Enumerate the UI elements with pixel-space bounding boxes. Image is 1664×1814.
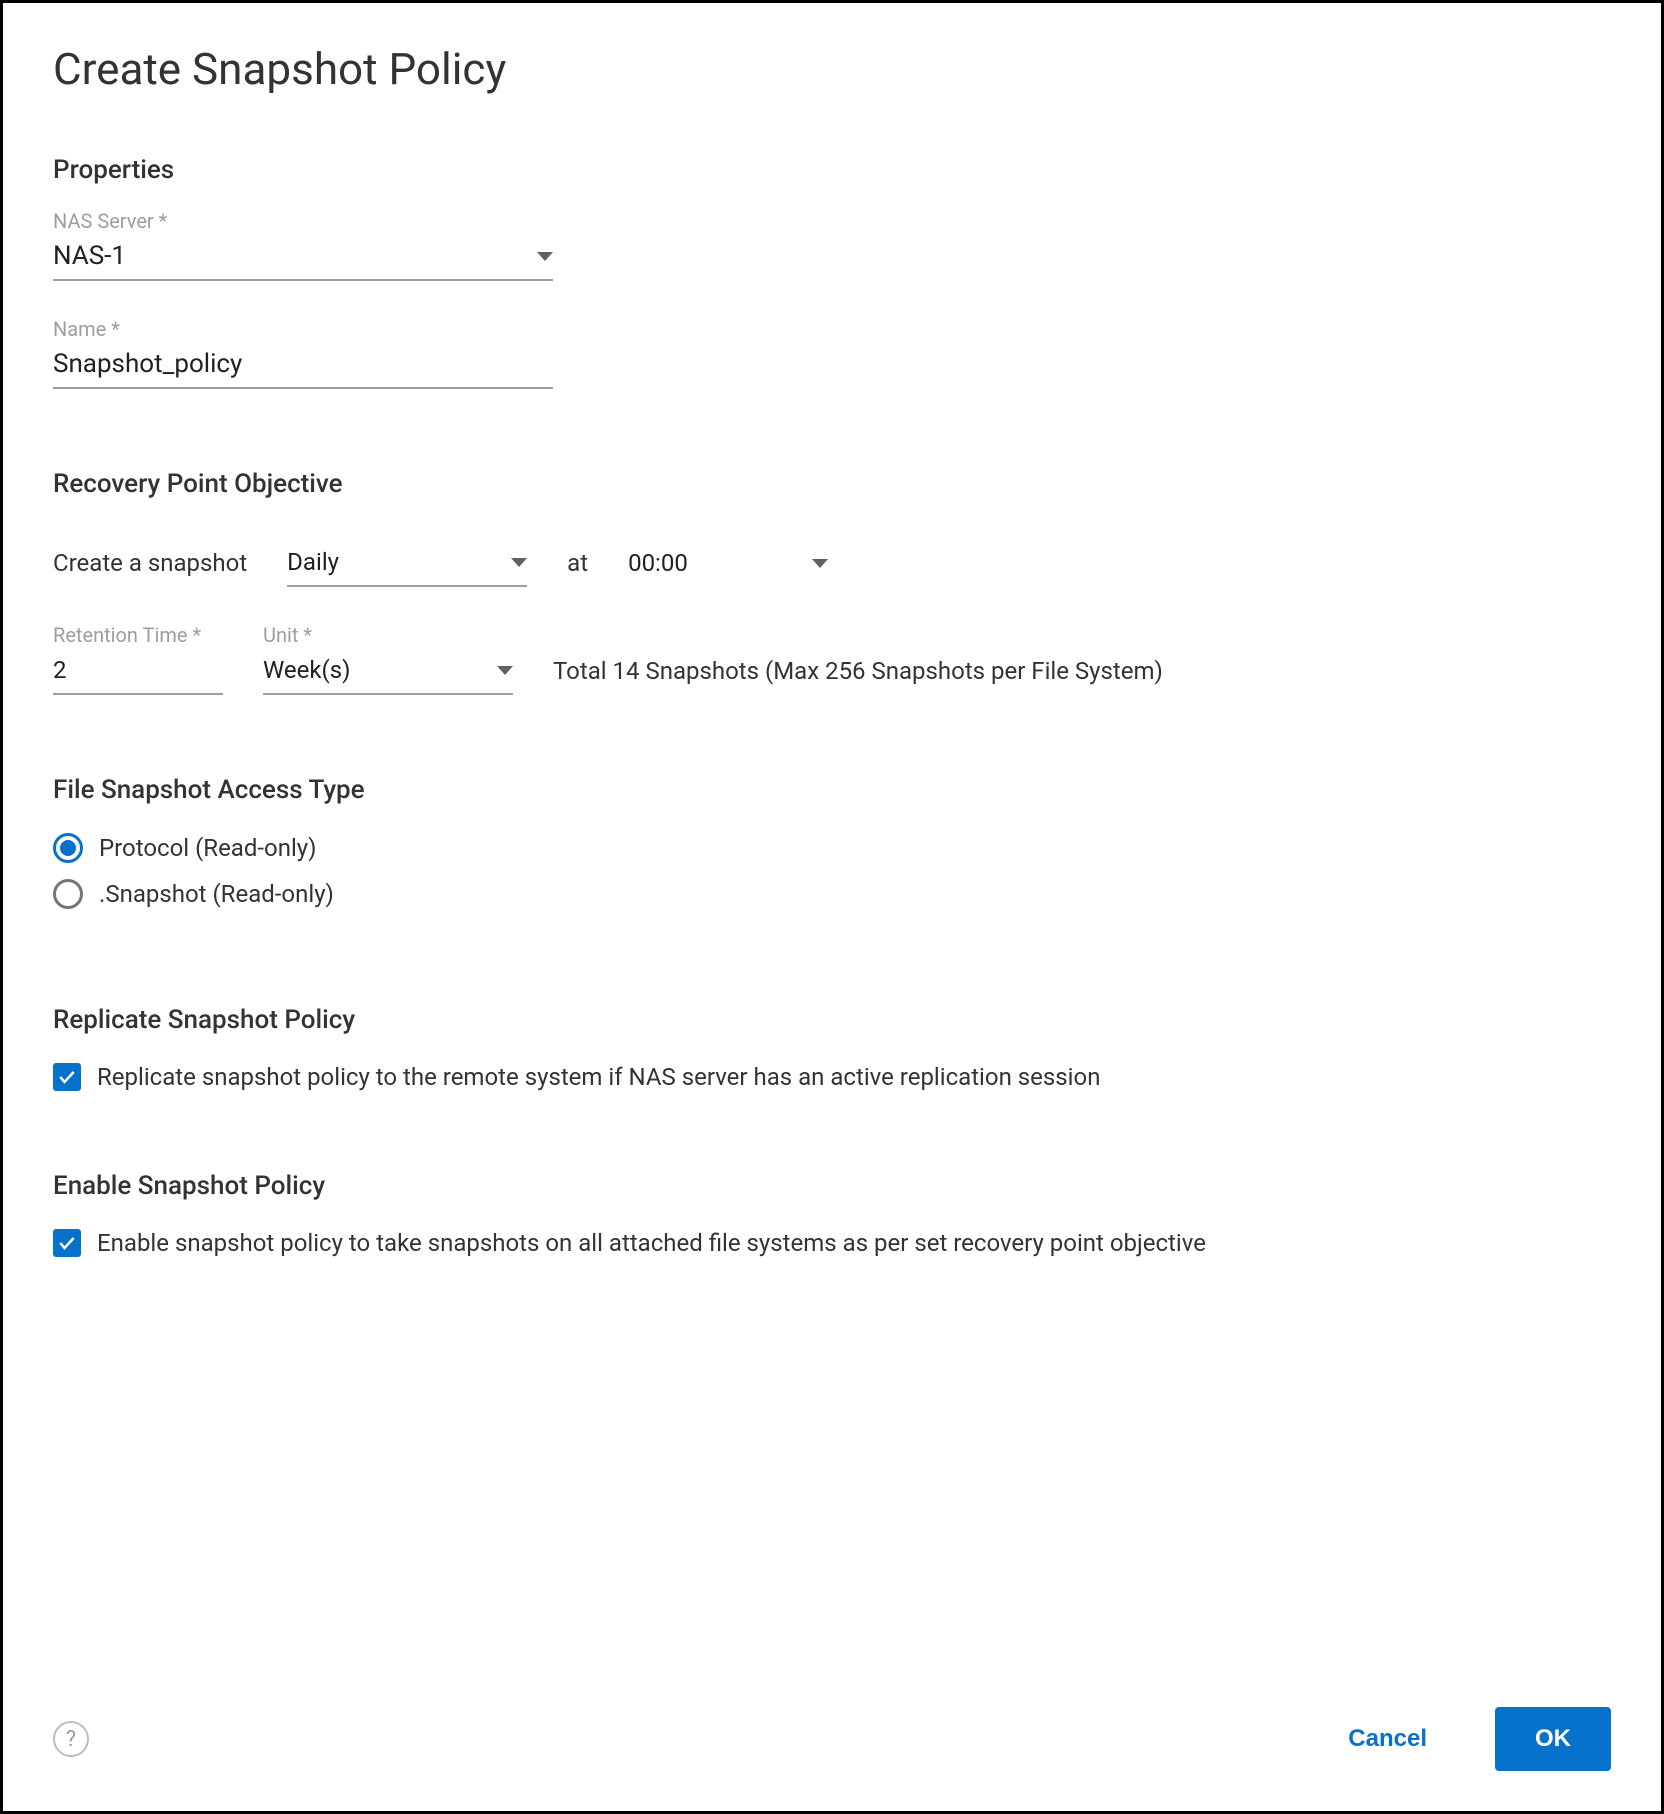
access-header: File Snapshot Access Type: [53, 775, 1611, 805]
rpo-header: Recovery Point Objective: [53, 469, 1611, 499]
enable-header: Enable Snapshot Policy: [53, 1171, 1611, 1201]
checkbox-checked-icon: [53, 1229, 81, 1257]
unit-value: Week(s): [263, 656, 351, 684]
nas-server-field: NAS Server * NAS-1: [53, 209, 553, 281]
enable-section: Enable Snapshot Policy Enable snapshot p…: [53, 1171, 1611, 1257]
rpo-section: Recovery Point Objective Create a snapsh…: [53, 469, 1611, 695]
replicate-header: Replicate Snapshot Policy: [53, 1005, 1611, 1035]
time-value: 00:00: [628, 549, 688, 577]
chevron-down-icon: [812, 559, 828, 568]
name-field: Name * Snapshot_policy: [53, 317, 553, 389]
radio-icon: [53, 879, 83, 909]
replicate-checkbox-row[interactable]: Replicate snapshot policy to the remote …: [53, 1063, 1611, 1091]
nas-server-value: NAS-1: [53, 241, 126, 271]
cancel-button[interactable]: Cancel: [1308, 1707, 1467, 1771]
nas-server-select[interactable]: NAS-1: [53, 237, 553, 281]
unit-label: Unit *: [263, 623, 513, 647]
name-value: Snapshot_policy: [53, 349, 242, 379]
nas-server-label: NAS Server *: [53, 209, 553, 233]
retention-label: Retention Time *: [53, 623, 223, 647]
chevron-down-icon: [511, 558, 527, 567]
properties-header: Properties: [53, 155, 1611, 185]
radio-icon: [53, 833, 83, 863]
time-select[interactable]: 00:00: [628, 543, 828, 587]
chevron-down-icon: [537, 252, 553, 261]
access-snapshot-label: .Snapshot (Read-only): [99, 880, 334, 908]
help-icon[interactable]: ?: [53, 1721, 89, 1757]
retention-input[interactable]: 2: [53, 651, 223, 695]
dialog-footer: ? Cancel OK: [53, 1667, 1611, 1771]
access-section: File Snapshot Access Type Protocol (Read…: [53, 775, 1611, 925]
enable-label: Enable snapshot policy to take snapshots…: [97, 1229, 1206, 1257]
ok-button[interactable]: OK: [1495, 1707, 1611, 1771]
retention-value: 2: [53, 656, 67, 684]
access-protocol-label: Protocol (Read-only): [99, 834, 317, 862]
access-option-snapshot[interactable]: .Snapshot (Read-only): [53, 879, 1611, 909]
properties-section: Properties NAS Server * NAS-1 Name * Sna…: [53, 155, 1611, 389]
unit-select[interactable]: Week(s): [263, 651, 513, 695]
frequency-select[interactable]: Daily: [287, 543, 527, 587]
create-snapshot-label: Create a snapshot: [53, 549, 247, 587]
rpo-retention-row: Retention Time * 2 Unit * Week(s) Total …: [53, 623, 1611, 695]
at-label: at: [567, 549, 588, 587]
chevron-down-icon: [497, 666, 513, 675]
name-input[interactable]: Snapshot_policy: [53, 345, 553, 389]
enable-checkbox-row[interactable]: Enable snapshot policy to take snapshots…: [53, 1229, 1611, 1257]
unit-field: Unit * Week(s): [263, 623, 513, 695]
replicate-section: Replicate Snapshot Policy Replicate snap…: [53, 1005, 1611, 1091]
help-glyph: ?: [66, 1727, 76, 1752]
frequency-value: Daily: [287, 548, 339, 576]
access-option-protocol[interactable]: Protocol (Read-only): [53, 833, 1611, 863]
retention-field: Retention Time * 2: [53, 623, 223, 695]
rpo-frequency-row: Create a snapshot Daily at 00:00: [53, 543, 1611, 587]
dialog-title: Create Snapshot Policy: [53, 43, 1611, 95]
name-label: Name *: [53, 317, 553, 341]
create-snapshot-policy-dialog: Create Snapshot Policy Properties NAS Se…: [0, 0, 1664, 1814]
rpo-summary: Total 14 Snapshots (Max 256 Snapshots pe…: [553, 657, 1163, 695]
replicate-label: Replicate snapshot policy to the remote …: [97, 1063, 1100, 1091]
checkbox-checked-icon: [53, 1063, 81, 1091]
footer-buttons: Cancel OK: [1308, 1707, 1611, 1771]
